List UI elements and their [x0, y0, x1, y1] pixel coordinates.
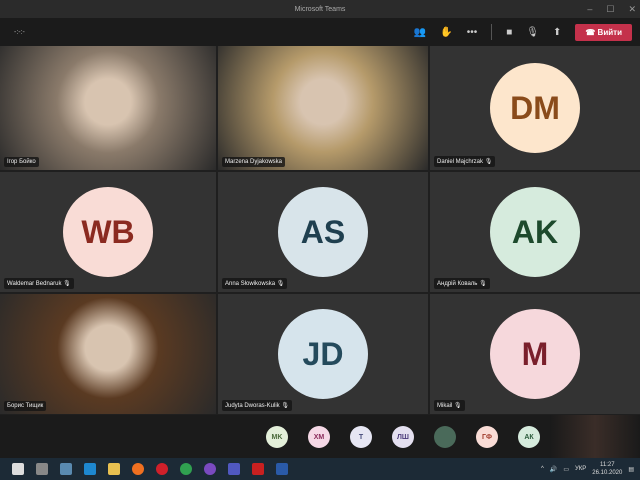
teams-icon[interactable] [228, 463, 240, 475]
participant-tile[interactable]: M Mikail 🎙 [430, 294, 640, 414]
participant-tile[interactable]: Борис Тищик [0, 294, 216, 414]
participant-name: Daniel Majchrzak 🎙 [434, 156, 496, 167]
language-indicator[interactable]: УКР [575, 466, 586, 472]
people-icon[interactable]: 👥 [414, 27, 426, 38]
participant-name: Waldemar Bednaruk 🎙 [4, 278, 74, 289]
participant-tile[interactable]: AS Anna Słowikowska 🎙 [218, 172, 428, 292]
participant-name: Mikail 🎙 [434, 400, 465, 411]
participant-tile[interactable]: Ігор Бойко [0, 46, 216, 170]
leave-button[interactable]: ☎ Вийти [575, 23, 632, 41]
overflow-avatar[interactable]: ХМ [308, 426, 330, 448]
mic-off-icon: 🎙 [275, 281, 285, 287]
title-bar: Microsoft Teams – ☐ ✕ [0, 0, 640, 18]
viber-icon[interactable] [204, 463, 216, 475]
chevron-up-icon[interactable]: ^ [541, 466, 544, 472]
leave-label: Вийти [597, 27, 622, 37]
file-explorer-icon[interactable] [108, 463, 120, 475]
chrome-icon[interactable] [180, 463, 192, 475]
close-button[interactable]: ✕ [628, 4, 636, 15]
name-text: Waldemar Bednaruk [7, 281, 62, 287]
clock[interactable]: 11:27 26.10.2020 [592, 461, 622, 477]
raise-hand-icon[interactable]: ✋ [440, 27, 452, 38]
participant-name: Anna Słowikowska 🎙 [222, 278, 288, 289]
acrobat-icon[interactable] [252, 463, 264, 475]
mic-off-icon[interactable]: 🎙 [526, 27, 539, 38]
camera-icon[interactable]: ■ [506, 27, 512, 38]
mic-off-icon: 🎙 [483, 159, 493, 165]
name-text: Daniel Majchrzak [437, 159, 484, 165]
avatar: AS [278, 187, 368, 277]
overflow-avatar[interactable]: ЛШ [392, 426, 414, 448]
minimize-button[interactable]: – [587, 4, 592, 14]
overflow-avatar[interactable]: Т [350, 426, 372, 448]
mic-off-icon: 🎙 [279, 403, 289, 409]
time: 11:27 [600, 462, 615, 468]
word-icon[interactable] [276, 463, 288, 475]
divider [491, 24, 493, 40]
more-options-button[interactable]: ••• [467, 27, 478, 38]
mic-off-icon: 🎙 [61, 281, 71, 287]
avatar: WB [63, 187, 153, 277]
avatar: AK [490, 187, 580, 277]
name-text: Борис Тищик [7, 403, 44, 409]
name-text: Anna Słowikowska [225, 281, 276, 287]
maximize-button[interactable]: ☐ [606, 4, 614, 15]
calculator-icon[interactable] [60, 463, 72, 475]
firefox-icon[interactable] [132, 463, 144, 475]
participant-name: Андрій Коваль 🎙 [434, 278, 490, 289]
overflow-avatar[interactable]: MK [266, 426, 288, 448]
overflow-strip: MK ХМ Т ЛШ ГФ АК [0, 415, 640, 458]
meeting-timer: -:-:- [14, 28, 25, 36]
overflow-avatar[interactable] [434, 426, 456, 448]
task-view-icon[interactable] [36, 463, 48, 475]
date: 26.10.2020 [592, 470, 623, 476]
edge-icon[interactable] [84, 463, 96, 475]
self-video [550, 415, 640, 458]
name-text: Marzena Dyjakowska [225, 159, 283, 165]
avatar: M [490, 309, 580, 399]
window-title: Microsoft Teams [294, 5, 346, 13]
participant-tile[interactable]: AK Андрій Коваль 🎙 [430, 172, 640, 292]
participant-name: Judyta Dworas-Kulik 🎙 [222, 400, 292, 411]
participant-name: Ігор Бойко [4, 157, 39, 167]
taskbar: ^ 🔊 ▭ УКР 11:27 26.10.2020 ▤ [0, 458, 640, 480]
participant-tile[interactable]: JD Judyta Dworas-Kulik 🎙 [218, 294, 428, 414]
share-icon[interactable]: ⬆ [553, 27, 561, 38]
overflow-avatar[interactable]: АК [518, 426, 540, 448]
mic-off-icon: 🎙 [452, 403, 462, 409]
volume-icon[interactable]: 🔊 [550, 466, 557, 473]
participant-tile[interactable]: DM Daniel Majchrzak 🎙 [430, 46, 640, 170]
avatar: JD [278, 309, 368, 399]
meeting-toolbar: -:-:- 👥 ✋ ••• ■ 🎙 ⬆ ☎ Вийти [0, 18, 640, 46]
mic-off-icon: 🎙 [477, 281, 487, 287]
opera-icon[interactable] [156, 463, 168, 475]
participant-name: Борис Тищик [4, 401, 47, 411]
participant-tile[interactable]: Marzena Dyjakowska [218, 46, 428, 170]
participant-tile[interactable]: WB Waldemar Bednaruk 🎙 [0, 172, 216, 292]
name-text: Mikail [437, 403, 453, 409]
overflow-avatar[interactable]: ГФ [476, 426, 498, 448]
name-text: Judyta Dworas-Kulik [225, 403, 280, 409]
notifications-icon[interactable]: ▤ [628, 466, 634, 473]
participant-name: Marzena Dyjakowska [222, 157, 286, 167]
name-text: Ігор Бойко [7, 159, 36, 165]
avatar: DM [490, 63, 580, 153]
start-icon[interactable] [12, 463, 24, 475]
network-icon[interactable]: ▭ [563, 466, 569, 473]
name-text: Андрій Коваль [437, 281, 478, 287]
